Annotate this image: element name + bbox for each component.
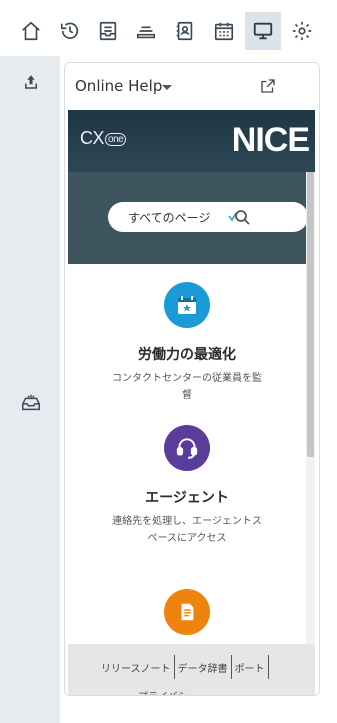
footer-link-port[interactable]: ポート (232, 660, 268, 675)
contacts-icon (176, 21, 193, 41)
footer-divider (267, 655, 269, 679)
contacts-button[interactable] (167, 12, 203, 50)
chevron-down-icon[interactable] (162, 85, 172, 90)
card-desc: コンタクトセンターの従業員を監督 (112, 373, 262, 401)
upload-icon (25, 75, 37, 89)
search-icon[interactable] (228, 208, 250, 226)
home-button[interactable] (13, 12, 49, 50)
history-icon (60, 22, 79, 39)
search-box[interactable]: すべてのページ (108, 202, 308, 232)
card-icon-circle (164, 425, 210, 471)
queue-button[interactable] (128, 12, 164, 50)
external-link-icon (261, 79, 275, 93)
footer-link-data-dictionary[interactable]: データ辞書 (175, 660, 231, 675)
gear-icon (292, 21, 312, 41)
inbox-icon (99, 21, 117, 41)
search-scope-select[interactable]: すべてのページ (128, 209, 210, 226)
footer-links: リリースノート データ辞書 ポート (98, 655, 269, 679)
tray-icon (22, 394, 40, 411)
help-footer: リリースノート データ辞書 ポート プライバシー (68, 644, 315, 695)
footer-link-privacy[interactable]: プライバシー (138, 688, 198, 695)
calendar-star-icon (178, 296, 196, 314)
screen-icon (253, 22, 273, 40)
search-band: すべてのページ (68, 172, 308, 264)
left-rail (0, 56, 60, 723)
card-icon-circle (164, 282, 210, 328)
content-scrollbar[interactable] (306, 172, 315, 644)
settings-button[interactable] (284, 12, 320, 50)
queue-icon (136, 26, 156, 39)
help-content: 労働力の最適化 コンタクトセンターの従業員を監督 エージェント 連絡先を処理し、… (68, 264, 306, 644)
card-title: 労働力の最適化 (138, 347, 236, 363)
card-icon-circle (164, 589, 210, 635)
footer-link-release-notes[interactable]: リリースノート (98, 660, 174, 675)
scrollbar-thumb[interactable] (307, 172, 314, 457)
panel-header: Online Help (65, 63, 319, 110)
nice-logo: NICE (231, 121, 310, 159)
cxone-logo: CX one (80, 128, 127, 149)
document-icon (181, 603, 194, 621)
inbox-button[interactable] (90, 12, 126, 50)
headset-icon (176, 438, 198, 459)
card-desc: 連絡先を処理し、エージェントスペースにアクセス (112, 516, 262, 544)
calendar-icon (214, 22, 234, 41)
history-button[interactable] (52, 12, 88, 50)
open-external-button[interactable] (257, 75, 279, 97)
home-icon (22, 21, 40, 41)
online-help-panel: Online Help CX one NICE すべてのページ 労働力の最適化 コ… (64, 62, 320, 696)
card-title: エージェント (145, 490, 229, 506)
screen-button[interactable] (245, 12, 281, 50)
calendar-button[interactable] (206, 12, 242, 50)
help-banner: CX one NICE (68, 110, 315, 172)
tray-button[interactable] (19, 391, 43, 415)
upload-button[interactable] (19, 70, 43, 94)
panel-title-dropdown[interactable]: Online Help (75, 77, 162, 95)
top-toolbar (0, 0, 337, 60)
